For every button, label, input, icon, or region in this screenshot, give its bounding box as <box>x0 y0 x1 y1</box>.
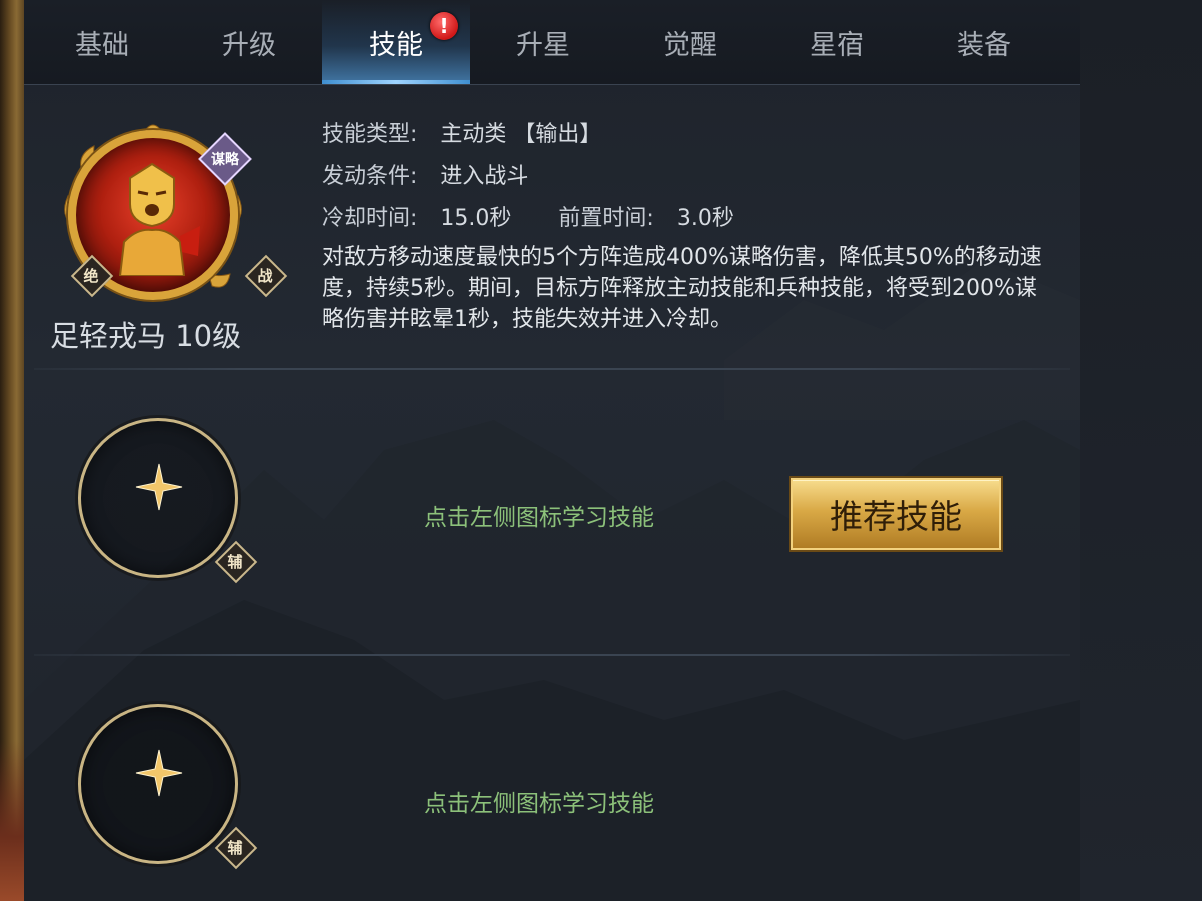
tab-label: 星宿 <box>810 29 864 61</box>
trigger-value: 进入战斗 <box>440 164 529 189</box>
skill-type-value: 主动类 【输出】 <box>440 122 602 147</box>
assist-tag-icon: 辅 <box>214 540 258 584</box>
trigger-label: 发动条件: <box>322 164 418 189</box>
assist-tag-icon: 辅 <box>214 826 258 870</box>
skill-icon[interactable]: 谋略 绝 战 <box>54 116 288 314</box>
section-divider <box>34 654 1070 656</box>
tab-star-up[interactable]: 升星 <box>469 0 617 84</box>
learn-skill-hint: 点击左侧图标学习技能 <box>424 791 654 817</box>
skill-type-row: 技能类型: 主动类 【输出】 <box>322 116 601 148</box>
warrior-portrait-icon <box>118 162 200 276</box>
skill-type-label: 技能类型: <box>322 122 418 147</box>
right-background <box>1080 0 1202 901</box>
tab-bar: 基础 升级 技能 ! 升星 觉醒 星宿 装备 <box>24 0 1080 85</box>
skill-name-level: 足轻戎马 10级 <box>50 319 242 353</box>
cooldown-value: 15.0秒 <box>440 206 512 231</box>
tab-basic[interactable]: 基础 <box>28 0 176 84</box>
learn-skill-hint: 点击左侧图标学习技能 <box>424 505 654 531</box>
tab-awaken[interactable]: 觉醒 <box>616 0 764 84</box>
add-skill-plus-icon <box>135 749 183 797</box>
pre-time-value: 3.0秒 <box>676 206 734 231</box>
trigger-row: 发动条件: 进入战斗 <box>322 158 528 190</box>
recommend-skill-button[interactable]: 推荐技能 <box>791 478 1001 550</box>
hero-skill-panel: 基础 升级 技能 ! 升星 觉醒 星宿 装备 谋略 绝 战 足轻戎马 10级 技… <box>24 0 1080 901</box>
tab-label: 升星 <box>516 29 570 61</box>
skill-slot-2[interactable]: 辅 <box>64 690 258 870</box>
skill-description: 对敌方移动速度最快的5个方阵造成400%谋略伤害，降低其50%的移动速度，持续5… <box>322 245 1042 332</box>
pre-time-label: 前置时间: <box>558 206 654 231</box>
tab-label: 技能 <box>369 29 423 61</box>
tab-skills[interactable]: 技能 ! <box>322 0 470 84</box>
tab-label: 装备 <box>957 29 1011 61</box>
add-skill-plus-icon <box>135 463 183 511</box>
tab-label: 觉醒 <box>663 29 717 61</box>
battle-tag-icon: 战 <box>244 254 288 298</box>
timing-row: 冷却时间: 15.0秒 前置时间: 3.0秒 <box>322 200 734 232</box>
tab-label: 基础 <box>75 29 129 61</box>
alert-badge-icon: ! <box>430 12 458 40</box>
strategy-tag-icon: 谋略 <box>198 132 252 186</box>
tab-upgrade[interactable]: 升级 <box>175 0 323 84</box>
unique-tag-icon: 绝 <box>70 254 114 298</box>
tab-constellation[interactable]: 星宿 <box>763 0 911 84</box>
cooldown-label: 冷却时间: <box>322 206 418 231</box>
tab-label: 升级 <box>222 29 276 61</box>
skill-slot-1[interactable]: 辅 <box>64 404 258 584</box>
tab-equipment[interactable]: 装备 <box>910 0 1058 84</box>
section-divider <box>34 368 1070 370</box>
